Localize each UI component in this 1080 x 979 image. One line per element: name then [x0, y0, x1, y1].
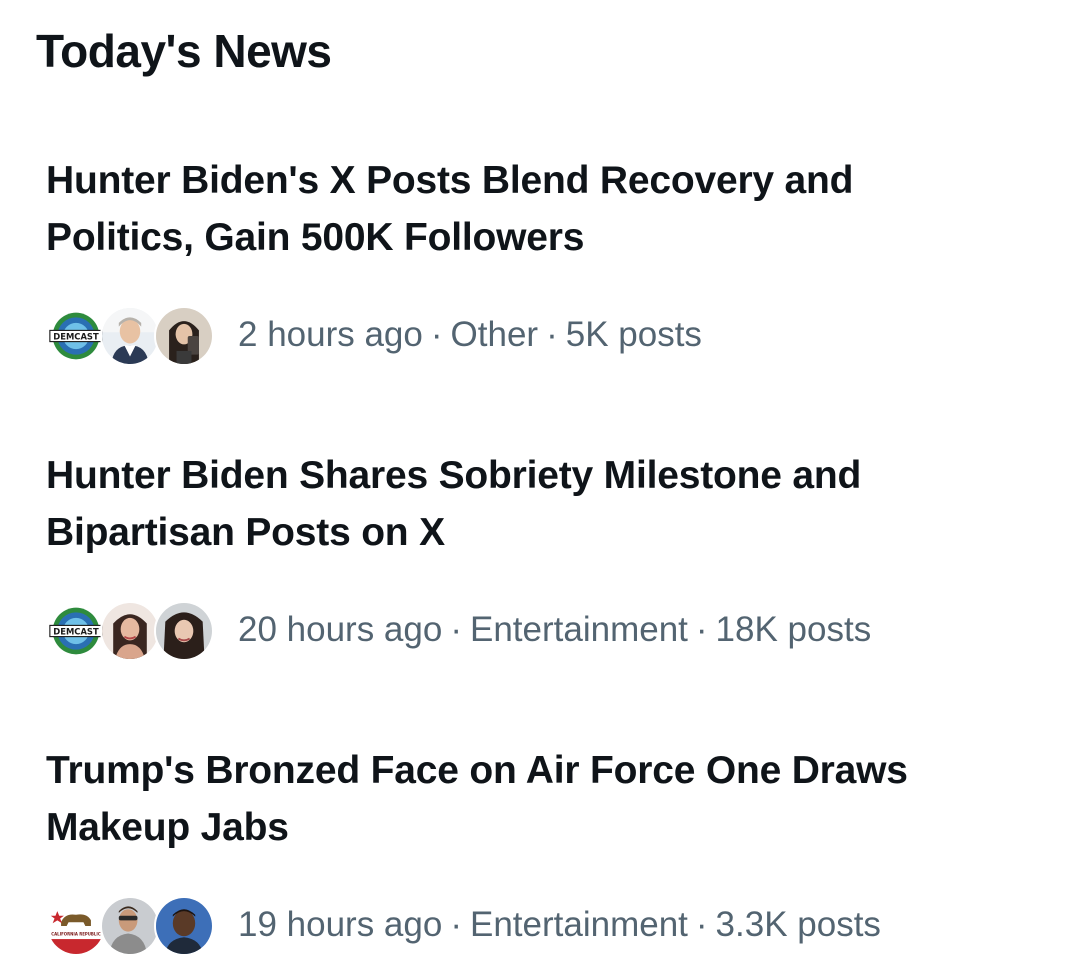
news-headline[interactable]: Hunter Biden's X Posts Blend Recovery an… [46, 152, 1006, 266]
demcast-logo-avatar: DEMCAST [46, 306, 106, 366]
woman-selfie-avatar [154, 306, 214, 366]
separator-dot: · [430, 315, 443, 354]
news-headline[interactable]: Trump's Bronzed Face on Air Force One Dr… [46, 742, 1006, 856]
news-time: 19 hours ago [238, 905, 443, 944]
avatar-stack: CALIFORNIA REPUBLIC [46, 892, 216, 958]
headline-line: Hunter Biden Shares Sobriety Milestone a… [46, 454, 862, 497]
headline-line: Hunter Biden's X Posts Blend Recovery an… [46, 159, 854, 202]
avatar-stack: DEMCAST [46, 597, 216, 663]
woman-portrait-avatar [100, 601, 160, 661]
avatar-stack: DEMCAST [46, 302, 216, 368]
news-post-count: 5K posts [565, 315, 702, 354]
news-time: 20 hours ago [238, 610, 443, 649]
headline-line: Bipartisan Posts on X [46, 511, 445, 554]
woman-selfie-avatar [154, 601, 214, 661]
separator-dot: · [695, 610, 708, 649]
news-item[interactable]: Trump's Bronzed Face on Air Force One Dr… [0, 742, 1080, 962]
news-meta: CALIFORNIA REPUBLIC 19 hours ago · Enter… [46, 892, 881, 958]
headline-line: Trump's Bronzed Face on Air Force One Dr… [46, 749, 908, 792]
avatar-logo-text: DEMCAST [53, 331, 99, 341]
news-time: 2 hours ago [238, 315, 423, 354]
separator-dot: · [450, 905, 462, 944]
news-post-count: 18K posts [715, 610, 872, 649]
headline-line: Politics, Gain 500K Followers [46, 216, 585, 259]
separator-dot: · [450, 610, 462, 649]
avatar-logo-text: CALIFORNIA REPUBLIC [51, 931, 101, 936]
news-meta-text: 2 hours ago · Other · 5K posts [238, 313, 702, 357]
news-item[interactable]: Hunter Biden Shares Sobriety Milestone a… [0, 447, 1080, 667]
news-category: Entertainment [469, 905, 688, 944]
news-meta-text: 20 hours ago · Entertainment · 18K posts [238, 608, 871, 652]
demcast-logo-avatar: DEMCAST [46, 601, 106, 661]
news-item[interactable]: Hunter Biden's X Posts Blend Recovery an… [0, 152, 1080, 372]
page-title: Today's News [36, 25, 332, 77]
news-category: Other [450, 315, 539, 354]
separator-dot: · [546, 315, 558, 354]
news-meta-text: 19 hours ago · Entertainment · 3.3K posts [238, 903, 881, 947]
man-portrait-avatar [100, 306, 160, 366]
headline-line: Makeup Jabs [46, 806, 289, 849]
news-meta: DEMCAST [46, 302, 702, 368]
california-flag-avatar: CALIFORNIA REPUBLIC [46, 896, 106, 956]
separator-dot: · [695, 905, 708, 944]
man-portrait-avatar [100, 896, 160, 956]
news-headline[interactable]: Hunter Biden Shares Sobriety Milestone a… [46, 447, 1006, 561]
news-category: Entertainment [469, 610, 688, 649]
man-portrait-avatar [154, 896, 214, 956]
news-post-count: 3.3K posts [715, 905, 881, 944]
news-meta: DEMCAST [46, 597, 871, 663]
avatar-logo-text: DEMCAST [53, 626, 99, 636]
